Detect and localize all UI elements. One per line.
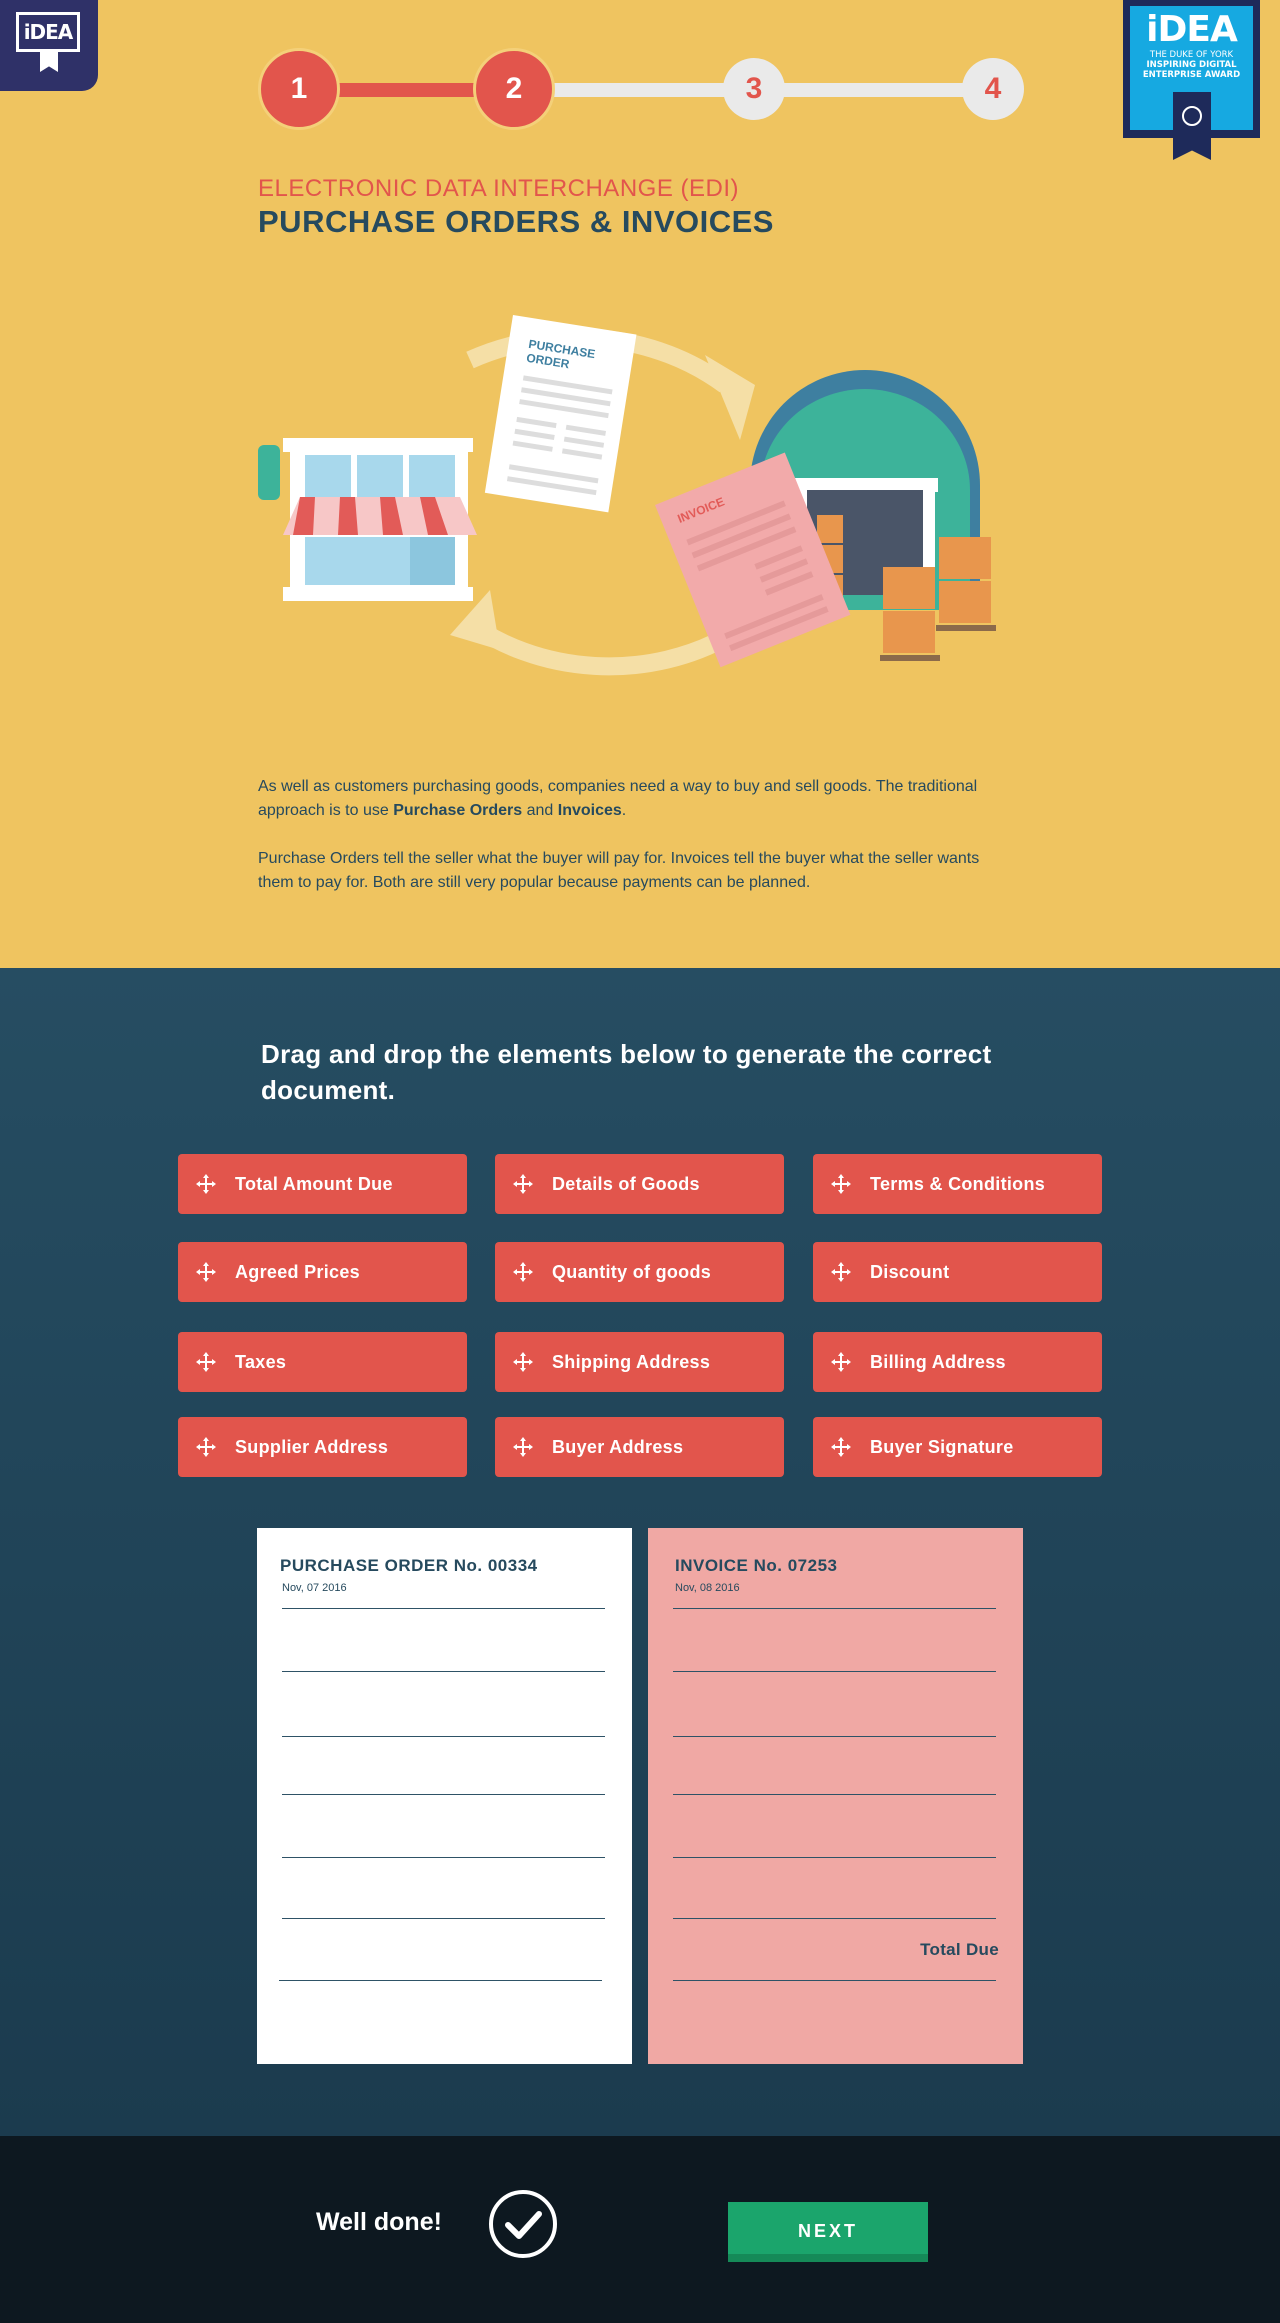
- chip-label: Quantity of goods: [552, 1261, 712, 1282]
- intro-section: iDEA iDEA THE DUKE OF YORK INSPIRING DIG…: [0, 0, 1280, 968]
- draggable-chip-supplier-address[interactable]: Supplier Address: [178, 1417, 467, 1477]
- invoice-document: INVOICE No. 07253 Nov, 08 2016 Total Due: [648, 1528, 1023, 2064]
- draggable-chip-details-of-goods[interactable]: Details of Goods: [495, 1154, 784, 1214]
- draggable-chip-billing-address[interactable]: Billing Address: [813, 1332, 1102, 1392]
- idea-logo-text: iDEA: [16, 12, 80, 52]
- step-3[interactable]: 3: [723, 58, 785, 120]
- chip-label: Buyer Address: [552, 1436, 684, 1457]
- next-button[interactable]: NEXT: [728, 2202, 928, 2262]
- award-badge: iDEA THE DUKE OF YORK INSPIRING DIGITAL …: [1123, 0, 1260, 160]
- chip-label: Agreed Prices: [235, 1261, 360, 1282]
- drop-slot[interactable]: [673, 1857, 996, 1858]
- chip-label: Terms & Conditions: [870, 1173, 1046, 1194]
- idea-logo[interactable]: iDEA: [0, 0, 98, 91]
- award-line-3: ENTERPRISE AWARD: [1142, 70, 1241, 80]
- move-icon: [513, 1262, 533, 1282]
- chip-label: Shipping Address: [552, 1351, 711, 1372]
- activity-prompt: Drag and drop the elements below to gene…: [261, 1039, 992, 1105]
- edi-cycle-illustration: PURCHASE ORDER INVOICE: [258, 315, 996, 676]
- check-circle-icon: [489, 2190, 557, 2258]
- move-icon: [196, 1262, 216, 1282]
- chip-label: Billing Address: [870, 1351, 1006, 1372]
- drop-slot[interactable]: [673, 1608, 996, 1609]
- move-icon: [831, 1174, 851, 1194]
- chip-label: Details of Goods: [552, 1173, 700, 1194]
- invoice-date: Nov, 08 2016: [675, 1582, 740, 1594]
- arrow-bottom-icon: [459, 612, 735, 676]
- draggable-chip-agreed-prices[interactable]: Agreed Prices: [178, 1242, 467, 1302]
- move-icon: [196, 1174, 216, 1194]
- footer-bar: [0, 2136, 1280, 2323]
- chip-label: Buyer Signature: [870, 1436, 1014, 1457]
- success-message: Well done!: [316, 2208, 442, 2236]
- medal-icon: [1173, 92, 1211, 160]
- drop-slot[interactable]: [282, 1736, 605, 1737]
- draggable-chip-discount[interactable]: Discount: [813, 1242, 1102, 1302]
- chip-label: Taxes: [235, 1351, 287, 1372]
- invoice-total-label: Total Due: [920, 1940, 999, 1959]
- move-icon: [831, 1437, 851, 1457]
- intro-paragraph-1: As well as customers purchasing goods, c…: [258, 778, 978, 819]
- invoice-title: INVOICE No. 07253: [675, 1556, 838, 1575]
- award-line-2: INSPIRING DIGITAL: [1146, 60, 1237, 70]
- draggable-chip-quantity-of-goods[interactable]: Quantity of goods: [495, 1242, 784, 1302]
- move-icon: [513, 1174, 533, 1194]
- move-icon: [831, 1352, 851, 1372]
- move-icon: [196, 1352, 216, 1372]
- move-icon: [513, 1352, 533, 1372]
- chip-label: Total Amount Due: [235, 1173, 393, 1194]
- move-icon: [831, 1262, 851, 1282]
- section-eyebrow: ELECTRONIC DATA INTERCHANGE (EDI): [258, 175, 739, 202]
- drop-slot[interactable]: [673, 1980, 996, 1981]
- draggable-chip-terms-conditions[interactable]: Terms & Conditions: [813, 1154, 1102, 1214]
- shop-icon: [258, 438, 477, 601]
- purchase-order-document: PURCHASE ORDER No. 00334 Nov, 07 2016: [257, 1528, 632, 2064]
- ribbon-icon: [40, 52, 58, 72]
- draggable-chip-buyer-address[interactable]: Buyer Address: [495, 1417, 784, 1477]
- move-icon: [196, 1437, 216, 1457]
- drop-slot[interactable]: [279, 1980, 602, 1981]
- draggable-chip-total-amount-due[interactable]: Total Amount Due: [178, 1154, 467, 1214]
- activity-section: [0, 968, 1280, 2136]
- drop-slot[interactable]: [673, 1794, 996, 1795]
- drop-slot[interactable]: [282, 1918, 605, 1919]
- draggable-chip-buyer-signature[interactable]: Buyer Signature: [813, 1417, 1102, 1477]
- page-title: PURCHASE ORDERS & INVOICES: [258, 204, 774, 239]
- chip-label: Supplier Address: [235, 1436, 389, 1457]
- drop-slot[interactable]: [673, 1671, 996, 1672]
- award-line-1: THE DUKE OF YORK: [1149, 50, 1234, 60]
- drop-slot[interactable]: [673, 1918, 996, 1919]
- step-4[interactable]: 4: [962, 58, 1024, 120]
- move-icon: [513, 1437, 533, 1457]
- drop-slot[interactable]: [282, 1608, 605, 1609]
- progress-stepper: 1 2 3 4: [258, 48, 1024, 130]
- draggable-chip-shipping-address[interactable]: Shipping Address: [495, 1332, 784, 1392]
- po-date: Nov, 07 2016: [282, 1582, 347, 1594]
- step-2[interactable]: 2: [473, 48, 555, 130]
- step-1[interactable]: 1: [258, 48, 340, 130]
- award-title: iDEA: [1146, 9, 1238, 50]
- chip-label: Discount: [870, 1261, 950, 1282]
- draggable-chip-taxes[interactable]: Taxes: [178, 1332, 467, 1392]
- po-title: PURCHASE ORDER No. 00334: [280, 1556, 538, 1575]
- drop-slot[interactable]: [282, 1794, 605, 1795]
- drop-slot[interactable]: [282, 1671, 605, 1672]
- drop-slot[interactable]: [282, 1857, 605, 1858]
- intro-paragraph-2: Purchase Orders tell the seller what the…: [258, 850, 980, 891]
- drop-slot[interactable]: [673, 1736, 996, 1737]
